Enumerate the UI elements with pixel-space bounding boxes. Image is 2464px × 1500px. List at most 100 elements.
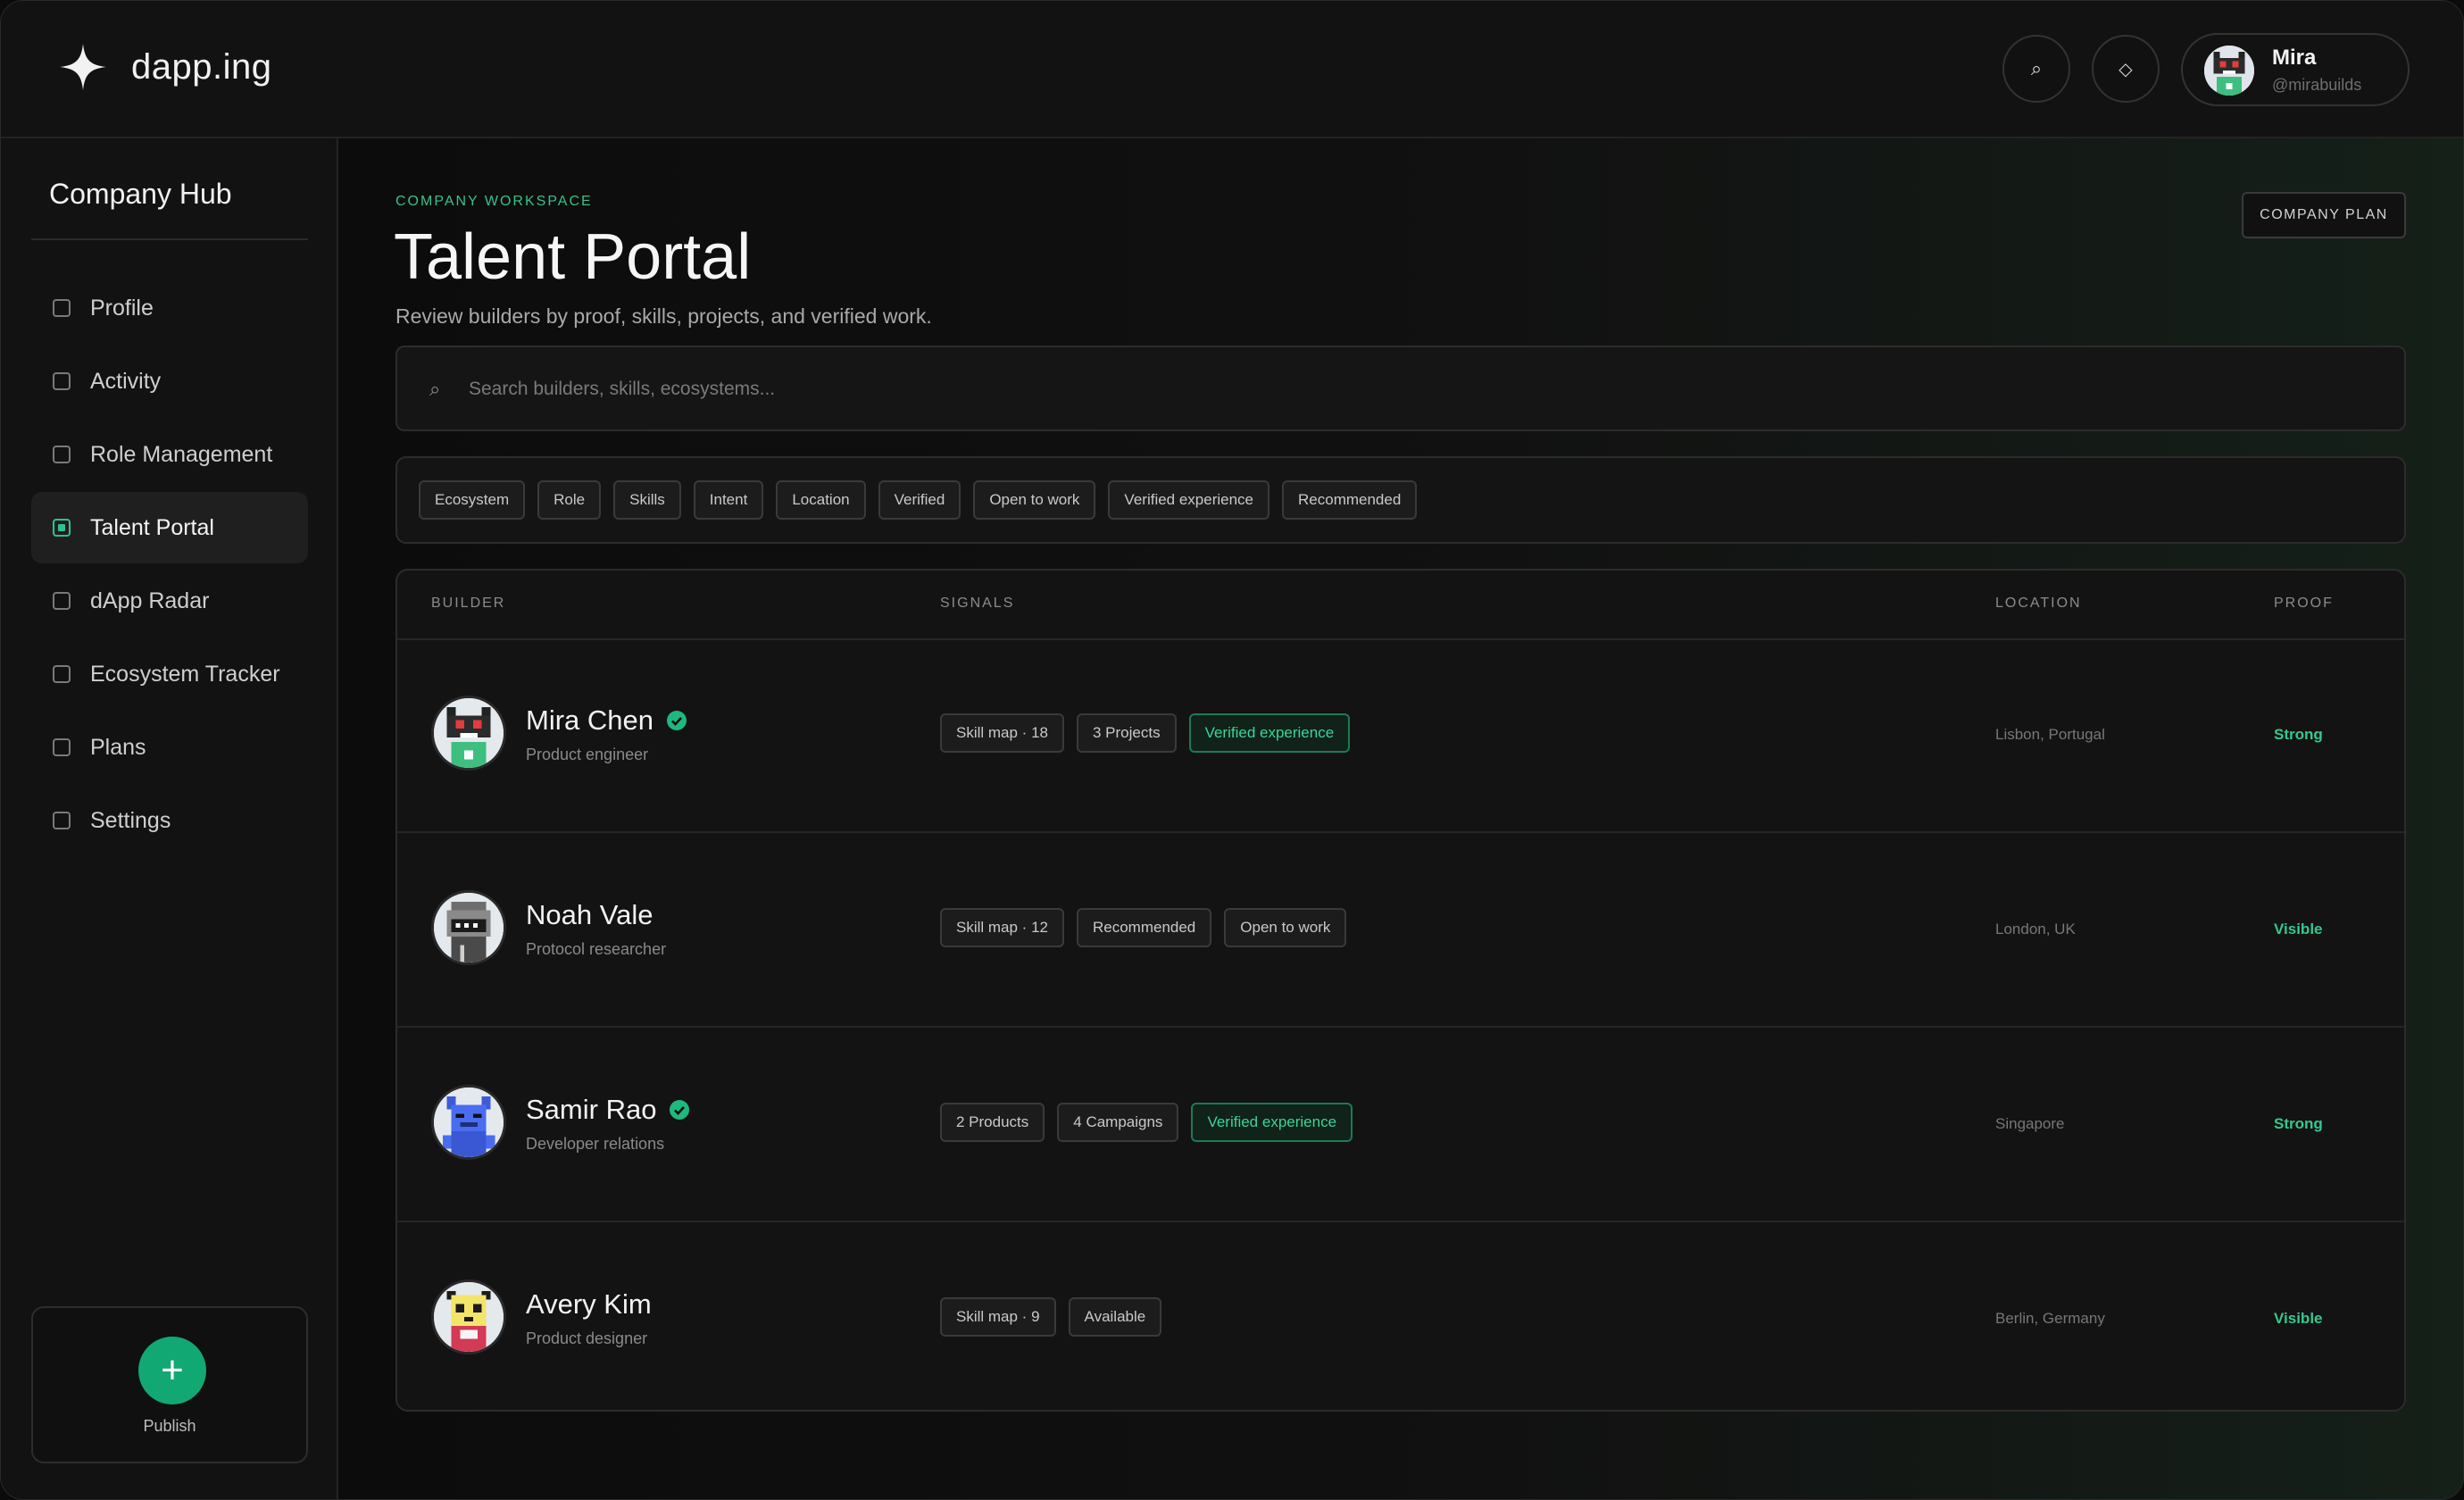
diamond-icon: ◇ — [2119, 59, 2133, 79]
builder-name[interactable]: Samir Rao — [526, 1094, 690, 1126]
proof-status: Visible — [2274, 921, 2323, 938]
builder-role: Developer relations — [526, 1135, 665, 1153]
top-bar: dapp.ing ⌕ ◇ Mira @mirabuilds — [1, 1, 2463, 138]
filter-role[interactable]: Role — [537, 480, 602, 520]
publish-card: + Publish — [31, 1306, 308, 1463]
sidebar-item-profile[interactable]: Profile — [31, 272, 308, 344]
builder-name-text: Samir Rao — [526, 1094, 657, 1125]
builder-role: Product engineer — [526, 746, 649, 763]
sidebar-item-activity[interactable]: Activity — [31, 346, 308, 417]
sidebar-item-label: Plans — [90, 734, 146, 760]
builder-location: Singapore — [1995, 1115, 2065, 1132]
checkbox-icon — [53, 372, 71, 390]
checkbox-checked-icon — [53, 519, 71, 537]
signals-group: Skill map · 9 Available — [940, 1297, 1162, 1337]
sidebar-item-dapp-radar[interactable]: dApp Radar — [31, 565, 308, 637]
main-content: COMPANY WORKSPACE Talent Portal Review b… — [338, 138, 2463, 1499]
app-window: dapp.ing ⌕ ◇ Mira @mirabuilds Company Hu… — [0, 0, 2464, 1500]
avatar — [431, 696, 506, 771]
sidebar-item-label: dApp Radar — [90, 588, 210, 613]
column-header-location[interactable]: LOCATION — [1995, 596, 2082, 612]
sidebar-item-ecosystem-tracker[interactable]: Ecosystem Tracker — [31, 638, 308, 710]
signal-badge: 3 Projects — [1076, 713, 1177, 753]
filter-intent[interactable]: Intent — [693, 480, 764, 520]
builder-role: Protocol researcher — [526, 940, 667, 958]
sidebar-item-label: Role Management — [90, 441, 273, 467]
sidebar-item-label: Talent Portal — [90, 514, 214, 540]
avatar — [431, 1085, 506, 1160]
logo-text: dapp.ing — [131, 47, 272, 87]
table-row[interactable]: Noah Vale Protocol researcher Skill map … — [397, 833, 2404, 1028]
sidebar-item-settings[interactable]: Settings — [31, 785, 308, 856]
signal-badge: Recommended — [1076, 908, 1212, 947]
user-menu[interactable]: Mira @mirabuilds — [2181, 33, 2410, 106]
checkbox-icon — [53, 446, 71, 463]
sidebar: Company Hub Profile Activity Role Manage… — [1, 138, 338, 1499]
builder-name-text: Avery Kim — [526, 1288, 652, 1320]
signal-badge-verified: Verified experience — [1191, 1103, 1353, 1142]
user-name: Mira — [2272, 46, 2317, 70]
checkbox-icon — [53, 592, 71, 610]
filter-verified-experience[interactable]: Verified experience — [1108, 480, 1270, 520]
filter-verified[interactable]: Verified — [878, 480, 961, 520]
sparkle-logo-icon — [60, 44, 106, 90]
search-bar: ⌕ — [395, 346, 2406, 431]
builder-name-text: Mira Chen — [526, 704, 653, 736]
column-header-proof[interactable]: PROOF — [2274, 596, 2334, 612]
avatar — [2204, 46, 2254, 96]
eyebrow: COMPANY WORKSPACE — [395, 194, 593, 209]
signal-badge: Skill map · 12 — [940, 908, 1064, 947]
filter-location[interactable]: Location — [776, 480, 866, 520]
search-icon: ⌕ — [429, 378, 441, 400]
builder-name[interactable]: Noah Vale — [526, 899, 653, 931]
builder-role: Product designer — [526, 1329, 648, 1347]
checkbox-icon — [53, 299, 71, 317]
table-row[interactable]: Mira Chen Product engineer Skill map · 1… — [397, 638, 2404, 833]
builders-table: BUILDER SIGNALS LOCATION PROOF Mira Chen… — [395, 569, 2406, 1412]
builder-name[interactable]: Mira Chen — [526, 704, 687, 737]
checkbox-icon — [53, 665, 71, 683]
column-header-builder[interactable]: BUILDER — [431, 596, 505, 612]
company-plan-button[interactable]: COMPANY PLAN — [2242, 192, 2406, 238]
table-header: BUILDER SIGNALS LOCATION PROOF — [397, 571, 2404, 640]
verified-check-icon — [670, 1100, 690, 1120]
column-header-signals[interactable]: SIGNALS — [940, 596, 1014, 612]
filter-open-to-work[interactable]: Open to work — [973, 480, 1096, 520]
builder-location: Lisbon, Portugal — [1995, 726, 2105, 743]
search-icon: ⌕ — [2030, 57, 2043, 79]
sidebar-item-talent-portal[interactable]: Talent Portal — [31, 492, 308, 563]
builder-location: London, UK — [1995, 921, 2076, 938]
proof-status: Strong — [2274, 1115, 2323, 1132]
checkbox-icon — [53, 812, 71, 829]
publish-button[interactable]: + — [138, 1337, 206, 1404]
sidebar-item-label: Ecosystem Tracker — [90, 661, 280, 687]
filter-ecosystem[interactable]: Ecosystem — [419, 480, 526, 520]
signals-group: Skill map · 12 Recommended Open to work — [940, 908, 1347, 947]
sidebar-title: Company Hub — [49, 178, 232, 210]
signal-badge: Skill map · 9 — [940, 1297, 1056, 1337]
proof-status: Strong — [2274, 726, 2323, 743]
page-title: Talent Portal — [394, 221, 752, 293]
filter-bar: Ecosystem Role Skills Intent Location Ve… — [395, 456, 2406, 544]
avatar — [431, 890, 506, 965]
signal-badge: Open to work — [1224, 908, 1347, 947]
filter-recommended[interactable]: Recommended — [1282, 480, 1418, 520]
sidebar-item-role-management[interactable]: Role Management — [31, 419, 308, 490]
search-button[interactable]: ⌕ — [2002, 35, 2070, 103]
signal-badge: 2 Products — [940, 1103, 1045, 1142]
table-row[interactable]: Samir Rao Developer relations 2 Products… — [397, 1028, 2404, 1222]
user-handle: @mirabuilds — [2272, 76, 2362, 94]
table-row[interactable]: Avery Kim Product designer Skill map · 9… — [397, 1222, 2404, 1410]
builder-location: Berlin, Germany — [1995, 1310, 2105, 1327]
search-input[interactable] — [467, 371, 2345, 408]
verified-check-icon — [667, 711, 687, 730]
sidebar-item-label: Settings — [90, 807, 171, 833]
signal-badge: Available — [1068, 1297, 1162, 1337]
wallet-button[interactable]: ◇ — [2092, 35, 2160, 103]
builder-name[interactable]: Avery Kim — [526, 1288, 652, 1321]
sidebar-item-plans[interactable]: Plans — [31, 712, 308, 783]
filter-skills[interactable]: Skills — [613, 480, 681, 520]
divider — [31, 238, 308, 240]
plus-icon: + — [161, 1348, 184, 1392]
signals-group: 2 Products 4 Campaigns Verified experien… — [940, 1103, 1353, 1142]
